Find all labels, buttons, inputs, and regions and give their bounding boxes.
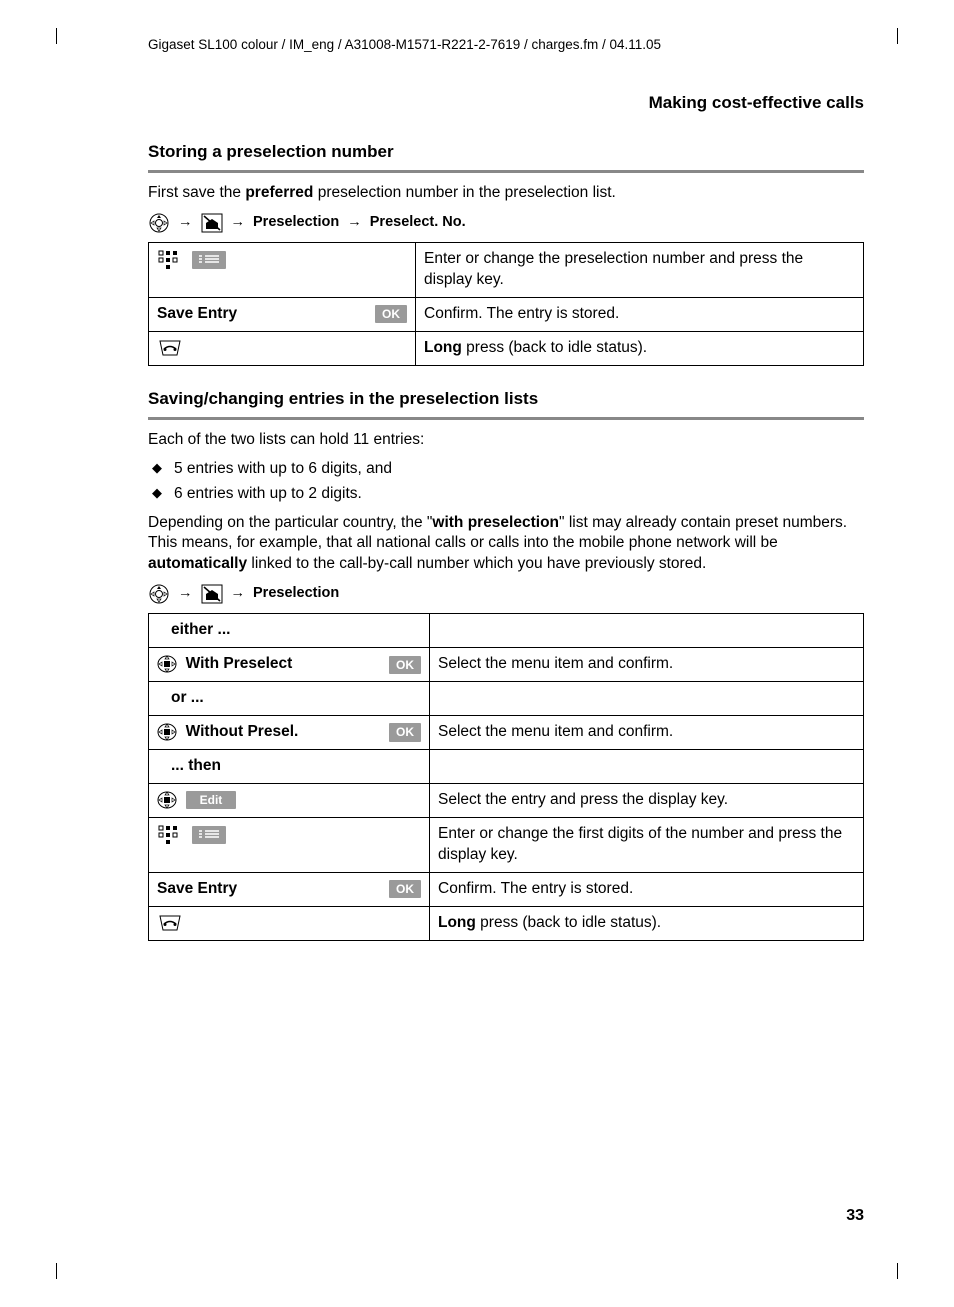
ok-softkey: OK <box>375 305 407 323</box>
paragraph: Depending on the particular country, the… <box>148 513 864 576</box>
table-row: Long press (back to idle status). <box>149 906 864 940</box>
text-bold: preferred <box>245 184 313 201</box>
text: preselection number in the preselection … <box>313 184 615 201</box>
nav-key-icon <box>157 723 177 741</box>
arrow-icon: → <box>178 213 193 233</box>
table-row: either ... <box>149 614 864 648</box>
procedure-table-1: Enter or change the preselection number … <box>148 242 864 366</box>
house-strike-icon <box>201 584 223 604</box>
nav-key-icon <box>157 791 177 809</box>
page: Gigaset SL100 colour / IM_eng / A31008-M… <box>0 0 954 1307</box>
table-row: Enter or change the first digits of the … <box>149 817 864 872</box>
cell-desc: Select the entry and press the display k… <box>430 783 864 817</box>
save-entry-label: Save Entry <box>157 879 237 900</box>
menu-item: Preselect. No. <box>370 213 466 233</box>
heading-saving: Saving/changing entries in the preselect… <box>148 388 884 411</box>
cell-keys: Save Entry OK <box>149 297 416 331</box>
paragraph: Each of the two lists can hold 11 entrie… <box>148 430 864 451</box>
arrow-icon: → <box>347 213 362 233</box>
hangup-key-icon <box>157 338 183 358</box>
list-softkey-icon <box>192 826 226 844</box>
heading-rule <box>148 417 864 420</box>
menu-path: → → Preselection → Preselect. No. <box>148 212 864 234</box>
cell-desc: Select the menu item and confirm. <box>430 716 864 750</box>
cell-desc: Select the menu item and confirm. <box>430 648 864 682</box>
edit-softkey: Edit <box>186 791 237 809</box>
cell-keys <box>149 906 430 940</box>
bullet-list: 5 entries with up to 6 digits, and 6 ent… <box>148 459 864 505</box>
text: Depending on the particular country, the… <box>148 514 432 531</box>
hangup-key-icon <box>157 913 183 933</box>
table-row: Save Entry OK Confirm. The entry is stor… <box>149 872 864 906</box>
table-row: or ... <box>149 682 864 716</box>
or-label: or ... <box>149 682 430 716</box>
cell-empty <box>430 682 864 716</box>
cell-keys: Save Entry OK <box>149 872 430 906</box>
cell-keys <box>149 817 430 872</box>
crop-mark <box>897 1263 898 1279</box>
control-key-icon <box>148 212 170 234</box>
table-row: Save Entry OK Confirm. The entry is stor… <box>149 297 864 331</box>
list-softkey-icon <box>192 251 226 269</box>
text-bold: Long <box>424 339 462 356</box>
arrow-icon: → <box>178 584 193 604</box>
text: press (back to idle status). <box>462 339 647 356</box>
with-preselect-label: With Preselect <box>186 655 293 672</box>
table-row: Long press (back to idle status). <box>149 331 864 365</box>
ok-softkey: OK <box>389 723 421 741</box>
menu-path: → → Preselection <box>148 583 864 605</box>
save-entry-label: Save Entry <box>157 304 237 325</box>
table-row: With Preselect OK Select the menu item a… <box>149 648 864 682</box>
arrow-icon: → <box>231 213 246 233</box>
cell-empty <box>430 749 864 783</box>
cell-keys: Edit <box>149 783 430 817</box>
ok-softkey: OK <box>389 880 421 898</box>
text-bold: automatically <box>148 555 247 572</box>
ok-softkey: OK <box>389 656 421 674</box>
section-title: Making cost-effective calls <box>100 92 864 115</box>
keypad-icon <box>157 824 179 846</box>
cell-desc: Confirm. The entry is stored. <box>430 872 864 906</box>
crop-mark <box>897 28 898 44</box>
table-row: Enter or change the preselection number … <box>149 243 864 298</box>
cell-desc: Enter or change the preselection number … <box>416 243 864 298</box>
cell-desc: Long press (back to idle status). <box>430 906 864 940</box>
cell-keys: With Preselect OK <box>149 648 430 682</box>
table-row: Edit Select the entry and press the disp… <box>149 783 864 817</box>
paragraph: First save the preferred preselection nu… <box>148 183 864 204</box>
cell-desc: Enter or change the first digits of the … <box>430 817 864 872</box>
cell-desc: Confirm. The entry is stored. <box>416 297 864 331</box>
then-label: ... then <box>149 749 430 783</box>
cell-keys <box>149 243 416 298</box>
table-row: Without Presel. OK Select the menu item … <box>149 716 864 750</box>
arrow-icon: → <box>231 584 246 604</box>
house-strike-icon <box>201 213 223 233</box>
heading-storing: Storing a preselection number <box>148 141 884 164</box>
crop-mark <box>56 28 57 44</box>
cell-keys <box>149 331 416 365</box>
cell-desc: Long press (back to idle status). <box>416 331 864 365</box>
list-item: 5 entries with up to 6 digits, and <box>148 459 864 480</box>
text-bold: with preselection <box>432 514 559 531</box>
document-header: Gigaset SL100 colour / IM_eng / A31008-M… <box>148 36 884 54</box>
procedure-table-2: either ... With Preselect OK Select the … <box>148 613 864 940</box>
text: First save the <box>148 184 245 201</box>
table-row: ... then <box>149 749 864 783</box>
text: press (back to idle status). <box>476 914 661 931</box>
text-bold: Long <box>438 914 476 931</box>
cell-keys: Without Presel. OK <box>149 716 430 750</box>
cell-empty <box>430 614 864 648</box>
menu-item: Preselection <box>253 213 339 233</box>
nav-key-icon <box>157 655 177 673</box>
without-presel-label: Without Presel. <box>186 723 299 740</box>
text: linked to the call-by-call number which … <box>247 555 706 572</box>
keypad-icon <box>157 249 179 271</box>
page-number: 33 <box>846 1205 864 1227</box>
list-item: 6 entries with up to 2 digits. <box>148 484 864 505</box>
heading-rule <box>148 170 864 173</box>
menu-item: Preselection <box>253 584 339 604</box>
either-label: either ... <box>149 614 430 648</box>
crop-mark <box>56 1263 57 1279</box>
control-key-icon <box>148 583 170 605</box>
